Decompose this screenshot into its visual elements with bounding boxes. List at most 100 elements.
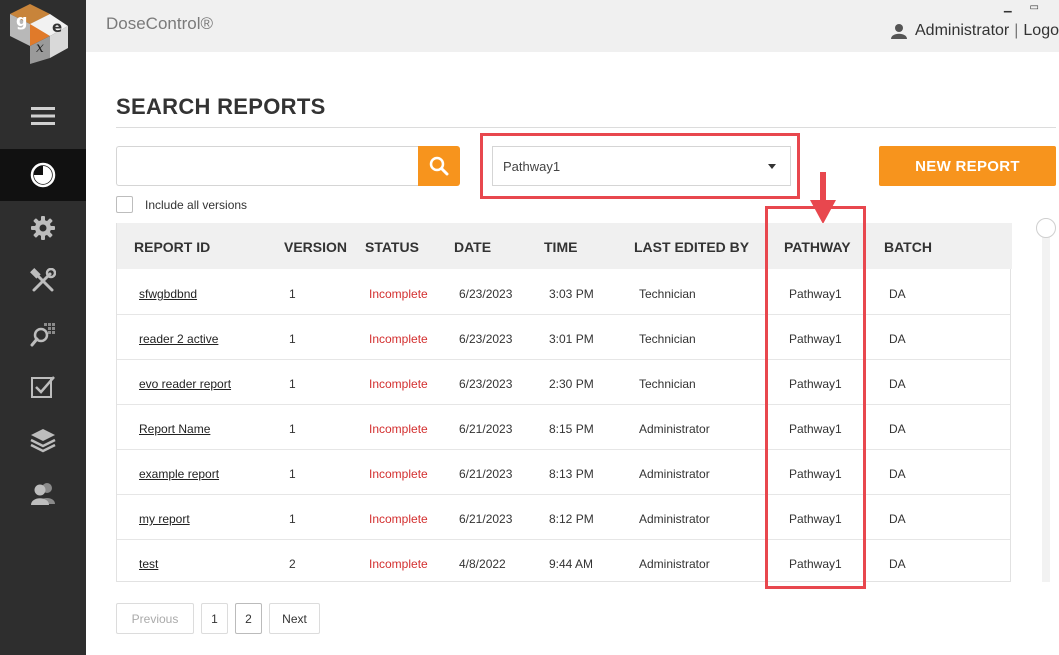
- sidebar-item-settings[interactable]: [0, 202, 86, 254]
- sidebar-item-search[interactable]: [0, 308, 86, 360]
- batch-cell: DA: [889, 287, 906, 301]
- logout-link[interactable]: Logo: [1023, 22, 1059, 40]
- table-row[interactable]: Report Name 1 Incomplete 6/21/2023 8:15 …: [117, 405, 1010, 450]
- date-cell: 4/8/2022: [459, 557, 506, 571]
- search-button[interactable]: [418, 146, 460, 186]
- table-row[interactable]: test 2 Incomplete 4/8/2022 9:44 AM Admin…: [117, 540, 1010, 585]
- layers-icon: [30, 429, 56, 453]
- table-row[interactable]: reader 2 active 1 Incomplete 6/23/2023 3…: [117, 315, 1010, 360]
- batch-cell: DA: [889, 467, 906, 481]
- column-header-version[interactable]: VERSION: [284, 239, 347, 255]
- checklist-icon: [31, 376, 55, 398]
- table-row[interactable]: example report 1 Incomplete 6/21/2023 8:…: [117, 450, 1010, 495]
- date-cell: 6/23/2023: [459, 377, 513, 391]
- report-id-link[interactable]: Report Name: [139, 422, 210, 436]
- minimize-icon[interactable]: ▁: [1004, 2, 1012, 13]
- search-input[interactable]: [116, 146, 418, 186]
- status-cell: Incomplete: [369, 422, 428, 436]
- batch-cell: DA: [889, 512, 906, 526]
- status-cell: Incomplete: [369, 467, 428, 481]
- column-header-date[interactable]: DATE: [454, 239, 491, 255]
- page-title: SEARCH REPORTS: [116, 94, 326, 119]
- user-area: Administrator | Logo: [891, 22, 1059, 40]
- table-header: REPORT ID VERSION STATUS DATE TIME LAST …: [117, 223, 1012, 269]
- report-id-link[interactable]: test: [139, 557, 158, 571]
- report-id-link[interactable]: my report: [139, 512, 190, 526]
- report-id-link[interactable]: evo reader report: [139, 377, 231, 391]
- page-2-button[interactable]: 2: [235, 603, 262, 634]
- version-cell: 1: [289, 287, 296, 301]
- pagination: Previous 1 2 Next: [116, 603, 327, 634]
- editor-cell: Administrator: [639, 467, 710, 481]
- version-cell: 1: [289, 467, 296, 481]
- maximize-icon[interactable]: ▭: [1030, 2, 1039, 13]
- dashboard-icon: [30, 162, 56, 188]
- user-name[interactable]: Administrator: [915, 22, 1009, 40]
- reports-table: REPORT ID VERSION STATUS DATE TIME LAST …: [116, 223, 1012, 585]
- search-icon: [429, 156, 449, 176]
- user-icon: [891, 24, 907, 39]
- sidebar-menu-toggle[interactable]: [0, 90, 86, 142]
- sidebar-item-layers[interactable]: [0, 414, 86, 466]
- date-cell: 6/21/2023: [459, 512, 513, 526]
- editor-cell: Administrator: [639, 422, 710, 436]
- svg-text:x: x: [36, 40, 44, 56]
- pathway-column-highlight-box: [765, 206, 866, 589]
- include-versions-label: Include all versions: [145, 198, 248, 212]
- column-header-report-id[interactable]: REPORT ID: [134, 239, 210, 255]
- editor-cell: Technician: [639, 287, 696, 301]
- select-highlight-box: [480, 133, 800, 199]
- date-cell: 6/23/2023: [459, 287, 513, 301]
- version-cell: 1: [289, 512, 296, 526]
- column-header-time[interactable]: TIME: [544, 239, 577, 255]
- previous-page-button[interactable]: Previous: [116, 603, 194, 634]
- time-cell: 2:30 PM: [549, 377, 594, 391]
- time-cell: 3:03 PM: [549, 287, 594, 301]
- editor-cell: Administrator: [639, 557, 710, 571]
- column-header-status[interactable]: STATUS: [365, 239, 419, 255]
- include-versions-checkbox[interactable]: [116, 196, 133, 213]
- editor-cell: Technician: [639, 332, 696, 346]
- vertical-slider-handle[interactable]: [1036, 218, 1056, 238]
- table-row[interactable]: my report 1 Incomplete 6/21/2023 8:12 PM…: [117, 495, 1010, 540]
- vertical-slider-track[interactable]: [1042, 222, 1050, 582]
- top-header: DoseControl® ▁ ▭ Administrator | Logo: [86, 0, 1059, 52]
- date-cell: 6/23/2023: [459, 332, 513, 346]
- sidebar-item-tools[interactable]: [0, 255, 86, 307]
- app-title: DoseControl®: [106, 14, 214, 33]
- gear-icon: [31, 216, 55, 240]
- table-row[interactable]: sfwgbdbnd 1 Incomplete 6/23/2023 3:03 PM…: [117, 270, 1010, 315]
- sidebar-item-users[interactable]: [0, 467, 86, 519]
- date-cell: 6/21/2023: [459, 467, 513, 481]
- batch-cell: DA: [889, 377, 906, 391]
- batch-cell: DA: [889, 332, 906, 346]
- version-cell: 1: [289, 377, 296, 391]
- batch-cell: DA: [889, 422, 906, 436]
- next-page-button[interactable]: Next: [269, 603, 320, 634]
- status-cell: Incomplete: [369, 557, 428, 571]
- sidebar-item-checklist[interactable]: [0, 361, 86, 413]
- new-report-button[interactable]: NEW REPORT: [879, 146, 1056, 186]
- time-cell: 9:44 AM: [549, 557, 594, 571]
- version-cell: 1: [289, 422, 296, 436]
- tools-icon: [30, 268, 56, 292]
- title-divider: [116, 127, 1056, 128]
- time-cell: 3:01 PM: [549, 332, 594, 346]
- sidebar: g e x: [0, 0, 86, 655]
- status-cell: Incomplete: [369, 287, 428, 301]
- column-header-last-edited[interactable]: LAST EDITED BY: [634, 239, 749, 255]
- batch-cell: DA: [889, 557, 906, 571]
- table-row[interactable]: evo reader report 1 Incomplete 6/23/2023…: [117, 360, 1010, 405]
- user-separator: |: [1014, 22, 1019, 39]
- app-logo: g e x: [8, 2, 68, 64]
- report-id-link[interactable]: example report: [139, 467, 219, 481]
- column-header-batch[interactable]: BATCH: [884, 239, 932, 255]
- menu-icon: [31, 107, 55, 125]
- status-cell: Incomplete: [369, 512, 428, 526]
- time-cell: 8:13 PM: [549, 467, 594, 481]
- report-id-link[interactable]: sfwgbdbnd: [139, 287, 197, 301]
- page-1-button[interactable]: 1: [201, 603, 228, 634]
- sidebar-item-dashboard[interactable]: [0, 149, 86, 201]
- report-id-link[interactable]: reader 2 active: [139, 332, 218, 346]
- window-controls: ▁ ▭: [1004, 2, 1039, 13]
